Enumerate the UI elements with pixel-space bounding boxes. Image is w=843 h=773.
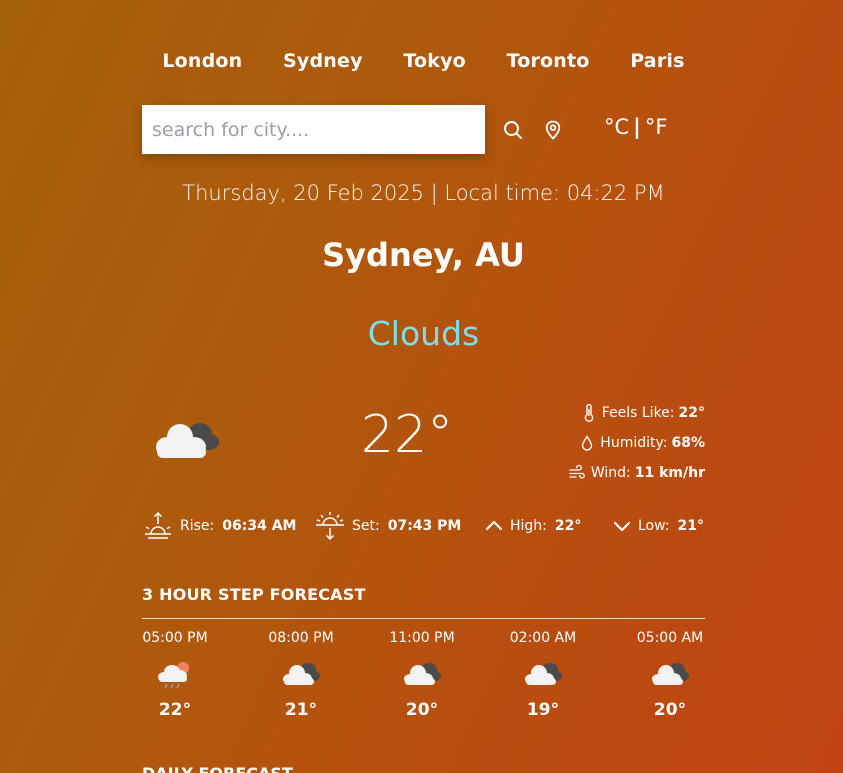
forecast-time: 11:00 PM bbox=[389, 630, 455, 646]
sun-info-row: Rise: 06:34 AM Set: 07:43 PM High: 22° L… bbox=[142, 510, 705, 542]
weather-condition: Clouds bbox=[367, 314, 480, 353]
sunrise-item: Rise: 06:34 AM bbox=[142, 510, 296, 542]
cloud-icon bbox=[404, 663, 441, 685]
location-pin-icon[interactable] bbox=[542, 119, 564, 141]
location-title: Sydney, AU bbox=[322, 236, 525, 274]
cloud-icon bbox=[156, 423, 219, 458]
wind-label: Wind: bbox=[590, 465, 631, 481]
forecast-title: 3 HOUR STEP FORECAST bbox=[142, 585, 366, 604]
forecast-time: 05:00 PM bbox=[142, 630, 208, 646]
forecast-list: 05:00 PM 22° 08:00 PM 21° 11:00 PM 20° 0… bbox=[142, 628, 705, 738]
wind-value: 11 km/hr bbox=[634, 465, 705, 481]
search-input[interactable] bbox=[142, 105, 485, 154]
city-button-london[interactable]: London bbox=[162, 50, 242, 72]
city-button-paris[interactable]: Paris bbox=[630, 50, 684, 72]
forecast-temp: 21° bbox=[284, 700, 318, 720]
forecast-item: 02:00 AM 19° bbox=[498, 628, 588, 720]
unit-separator: | bbox=[633, 115, 641, 139]
unit-toggle: °C | °F bbox=[604, 115, 667, 139]
wind-row: Wind: 11 km/hr bbox=[562, 458, 705, 488]
sunset-icon bbox=[316, 512, 344, 541]
forecast-time: 05:00 AM bbox=[636, 630, 704, 646]
forecast-time: 02:00 AM bbox=[509, 630, 577, 646]
sunset-value: 07:43 PM bbox=[387, 518, 462, 534]
city-button-tokyo[interactable]: Tokyo bbox=[403, 50, 466, 72]
wind-icon bbox=[569, 464, 585, 479]
thermometer-icon bbox=[584, 404, 594, 422]
high-temp-label: High: bbox=[510, 518, 547, 534]
date-time: Thursday, 20 Feb 2025 | Local time: 04:2… bbox=[182, 181, 665, 205]
forecast-temp: 22° bbox=[158, 700, 192, 720]
forecast-divider bbox=[142, 618, 705, 619]
city-button-sydney[interactable]: Sydney bbox=[283, 50, 363, 72]
rain-cloud-icon bbox=[158, 662, 189, 689]
chevron-down-icon bbox=[613, 521, 631, 532]
feels-like-label: Feels Like: bbox=[601, 405, 675, 421]
droplet-icon bbox=[582, 435, 593, 451]
forecast-time: 08:00 PM bbox=[268, 630, 334, 646]
high-temp-value: 22° bbox=[554, 518, 582, 534]
fahrenheit-button[interactable]: °F bbox=[645, 115, 668, 139]
celsius-button[interactable]: °C bbox=[604, 115, 629, 139]
sunset-label: Set: bbox=[352, 518, 380, 534]
current-temperature: 22° bbox=[360, 405, 454, 465]
forecast-item: 05:00 AM 20° bbox=[625, 628, 715, 720]
forecast-temp: 20° bbox=[405, 700, 439, 720]
sunrise-icon bbox=[145, 511, 171, 539]
search-icon[interactable] bbox=[502, 119, 524, 141]
cloud-icon bbox=[525, 663, 562, 685]
forecast-temp: 19° bbox=[526, 700, 560, 720]
low-temp-value: 21° bbox=[677, 518, 705, 534]
sunset-item: Set: 07:43 PM bbox=[314, 510, 461, 542]
humidity-label: Humidity: bbox=[600, 435, 668, 451]
search-bar: °C | °F bbox=[142, 105, 705, 154]
humidity-value: 68% bbox=[671, 435, 705, 451]
sunrise-value: 06:34 AM bbox=[222, 518, 297, 534]
low-temp-label: Low: bbox=[638, 518, 670, 534]
weather-details: Feels Like: 22° Humidity: 68% Wind: 11 k… bbox=[562, 398, 705, 488]
feels-like-value: 22° bbox=[678, 405, 705, 421]
humidity-row: Humidity: 68% bbox=[562, 428, 705, 458]
forecast-item: 05:00 PM 22° bbox=[130, 628, 220, 720]
city-nav: London Sydney Tokyo Toronto Paris bbox=[142, 50, 705, 72]
cloud-icon bbox=[652, 663, 689, 685]
sunrise-label: Rise: bbox=[180, 518, 215, 534]
daily-forecast-title: DAILY FORECAST bbox=[142, 764, 293, 773]
high-temp-item: High: 22° bbox=[484, 510, 581, 542]
forecast-item: 08:00 PM 21° bbox=[256, 628, 346, 720]
feels-like-row: Feels Like: 22° bbox=[562, 398, 705, 428]
city-button-toronto[interactable]: Toronto bbox=[507, 50, 590, 72]
forecast-item: 11:00 PM 20° bbox=[377, 628, 467, 720]
cloud-icon bbox=[283, 663, 320, 685]
low-temp-item: Low: 21° bbox=[612, 510, 704, 542]
forecast-temp: 20° bbox=[653, 700, 687, 720]
chevron-up-icon bbox=[485, 520, 503, 531]
